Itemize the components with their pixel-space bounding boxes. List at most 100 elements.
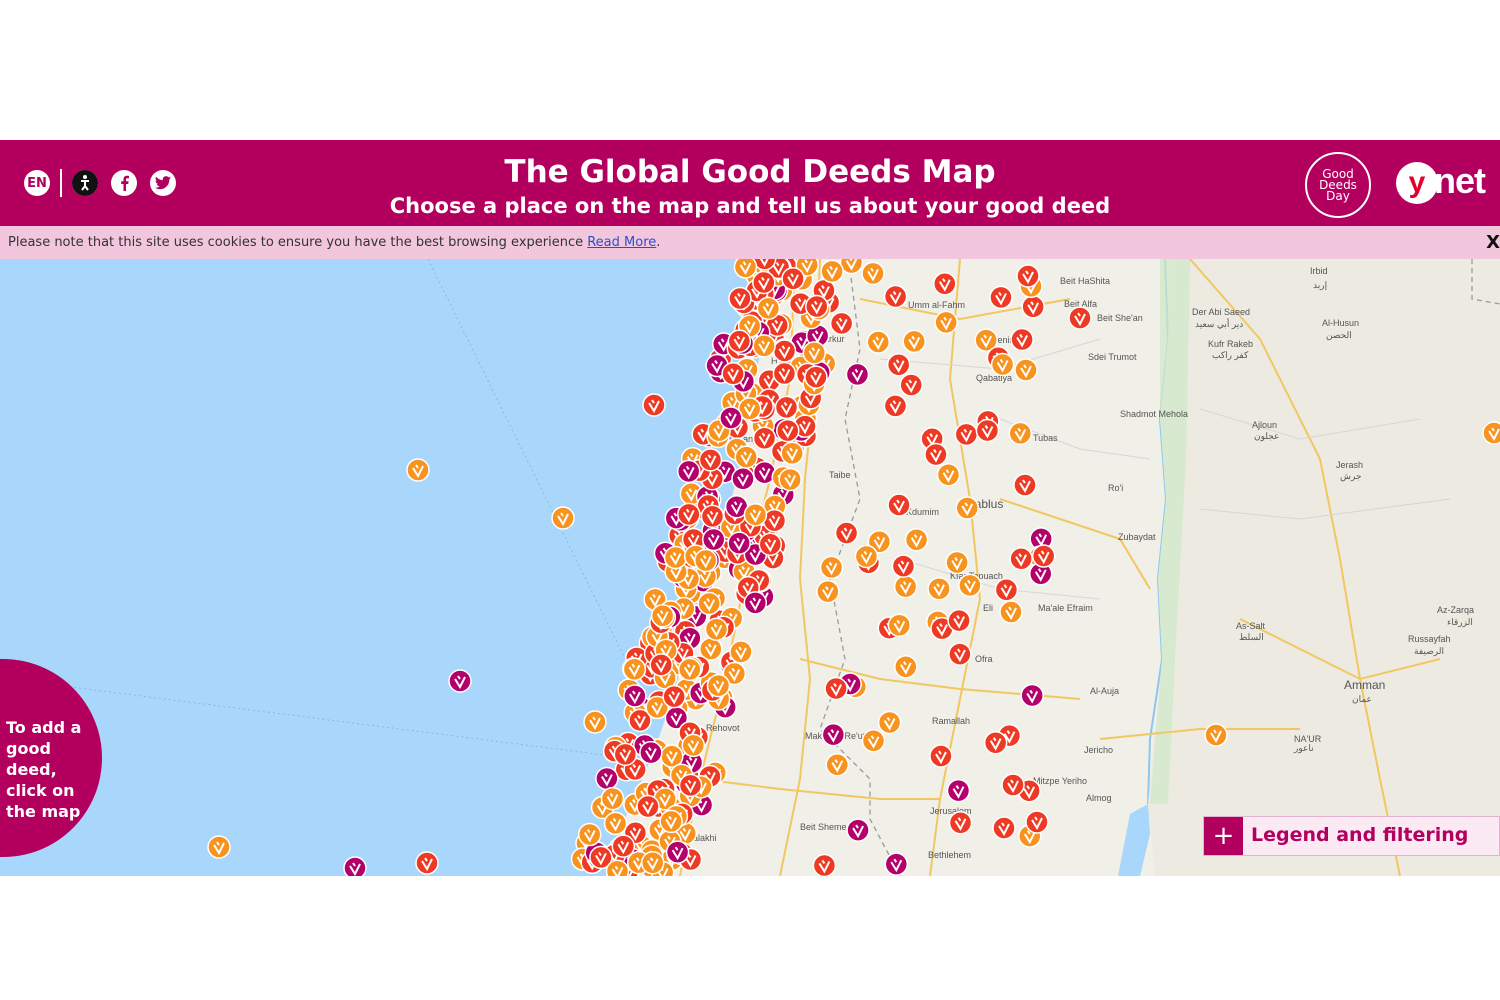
deed-marker-icon[interactable] (665, 840, 690, 864)
deed-marker-icon[interactable] (698, 448, 723, 472)
deed-marker-icon[interactable] (577, 822, 602, 847)
deed-marker-icon[interactable] (613, 742, 638, 767)
deed-marker-icon[interactable] (948, 811, 973, 835)
deed-marker-icon[interactable] (955, 496, 979, 520)
deed-marker-icon[interactable] (743, 591, 768, 615)
deed-marker-icon[interactable] (894, 654, 918, 679)
deed-marker-icon[interactable] (721, 362, 745, 386)
deed-marker-icon[interactable] (700, 504, 725, 529)
deed-marker-icon[interactable] (677, 502, 701, 527)
deed-marker-icon[interactable] (992, 816, 1016, 840)
deed-marker-icon[interactable] (678, 773, 703, 798)
deed-marker-icon[interactable] (650, 603, 675, 628)
deed-marker-icon[interactable] (649, 653, 673, 677)
deed-marker-icon[interactable] (1021, 295, 1045, 319)
deed-marker-icon[interactable] (1204, 723, 1228, 747)
deed-marker-icon[interactable] (600, 786, 625, 811)
deed-marker-icon[interactable] (805, 294, 829, 319)
deed-marker-icon[interactable] (902, 329, 926, 354)
deed-marker-icon[interactable] (927, 576, 951, 601)
deed-marker-icon[interactable] (887, 613, 912, 638)
deed-marker-icon[interactable] (678, 657, 702, 682)
deed-marker-icon[interactable] (802, 341, 827, 365)
deed-marker-icon[interactable] (946, 778, 971, 803)
deed-marker-icon[interactable] (551, 506, 575, 530)
deed-marker-icon[interactable] (774, 395, 799, 420)
deed-marker-icon[interactable] (893, 574, 918, 599)
deed-marker-icon[interactable] (729, 640, 753, 664)
deed-marker-icon[interactable] (772, 361, 797, 386)
deed-marker-icon[interactable] (821, 722, 846, 747)
deed-marker-icon[interactable] (623, 684, 647, 708)
deed-marker-icon[interactable] (824, 676, 848, 701)
deed-marker-icon[interactable] (929, 744, 953, 768)
deed-marker-icon[interactable] (883, 284, 908, 309)
deed-marker-icon[interactable] (947, 608, 971, 633)
deed-marker-icon[interactable] (780, 441, 804, 465)
good-deeds-day-logo[interactable]: Good Deeds Day (1305, 152, 1371, 218)
deed-marker-icon[interactable] (854, 544, 879, 569)
deed-marker-icon[interactable] (756, 296, 781, 321)
deed-marker-icon[interactable] (861, 261, 885, 286)
deed-marker-icon[interactable] (659, 809, 683, 834)
cookie-close-button[interactable]: X (1486, 226, 1500, 259)
deed-marker-icon[interactable] (1482, 421, 1500, 445)
deed-marker-icon[interactable] (846, 818, 870, 842)
deed-marker-icon[interactable] (583, 710, 607, 734)
deed-marker-icon[interactable] (825, 752, 850, 777)
deed-marker-icon[interactable] (681, 733, 706, 758)
deed-marker-icon[interactable] (636, 794, 660, 819)
deed-marker-icon[interactable] (640, 851, 665, 875)
deed-marker-icon[interactable] (812, 853, 837, 876)
deed-marker-icon[interactable] (877, 710, 902, 735)
deed-marker-icon[interactable] (727, 531, 751, 555)
deed-marker-icon[interactable] (904, 527, 929, 552)
deed-marker-icon[interactable] (697, 591, 721, 616)
deed-marker-icon[interactable] (701, 527, 726, 552)
deed-marker-icon[interactable] (1008, 421, 1033, 446)
deed-marker-icon[interactable] (731, 467, 755, 491)
deed-marker-icon[interactable] (605, 859, 630, 876)
deed-marker-icon[interactable] (934, 310, 958, 335)
deed-marker-icon[interactable] (891, 554, 916, 578)
deed-marker-icon[interactable] (1001, 773, 1025, 797)
deed-marker-icon[interactable] (776, 418, 800, 443)
deed-marker-icon[interactable] (706, 673, 731, 698)
deed-marker-icon[interactable] (733, 259, 758, 279)
deed-marker-icon[interactable] (676, 459, 701, 484)
deed-marker-icon[interactable] (1009, 546, 1033, 571)
deed-marker-icon[interactable] (758, 532, 783, 556)
deed-marker-icon[interactable] (727, 329, 752, 353)
deed-marker-icon[interactable] (1020, 683, 1044, 708)
deed-marker-icon[interactable] (728, 286, 752, 311)
deed-marker-icon[interactable] (772, 339, 797, 363)
ynet-logo[interactable]: y net (1396, 160, 1490, 206)
deed-marker-icon[interactable] (752, 426, 777, 451)
deed-marker-icon[interactable] (622, 657, 647, 681)
deed-marker-icon[interactable] (1068, 306, 1092, 330)
deed-marker-icon[interactable] (1013, 473, 1037, 497)
deed-marker-icon[interactable] (945, 550, 969, 575)
deed-marker-icon[interactable] (936, 463, 961, 487)
deed-marker-icon[interactable] (752, 334, 776, 358)
deed-marker-icon[interactable] (990, 352, 1015, 377)
deed-marker-icon[interactable] (933, 271, 957, 296)
deed-marker-icon[interactable] (999, 600, 1023, 624)
deed-marker-icon[interactable] (845, 362, 870, 387)
deed-marker-icon[interactable] (1016, 264, 1040, 288)
deed-marker-icon[interactable] (816, 579, 840, 604)
deed-marker-icon[interactable] (448, 669, 472, 693)
deed-marker-icon[interactable] (343, 856, 367, 876)
deed-marker-icon[interactable] (642, 393, 666, 417)
deed-marker-icon[interactable] (994, 578, 1019, 602)
deed-marker-icon[interactable] (663, 545, 688, 570)
deed-marker-icon[interactable] (884, 852, 909, 876)
deed-marker-icon[interactable] (989, 285, 1013, 310)
deed-marker-icon[interactable] (693, 548, 718, 573)
deed-marker-icon[interactable] (834, 521, 859, 545)
deed-marker-icon[interactable] (887, 493, 911, 517)
deed-marker-icon[interactable] (958, 573, 982, 598)
deed-marker-icon[interactable] (983, 730, 1008, 755)
deed-marker-icon[interactable] (778, 467, 802, 492)
deed-marker-icon[interactable] (781, 266, 805, 291)
